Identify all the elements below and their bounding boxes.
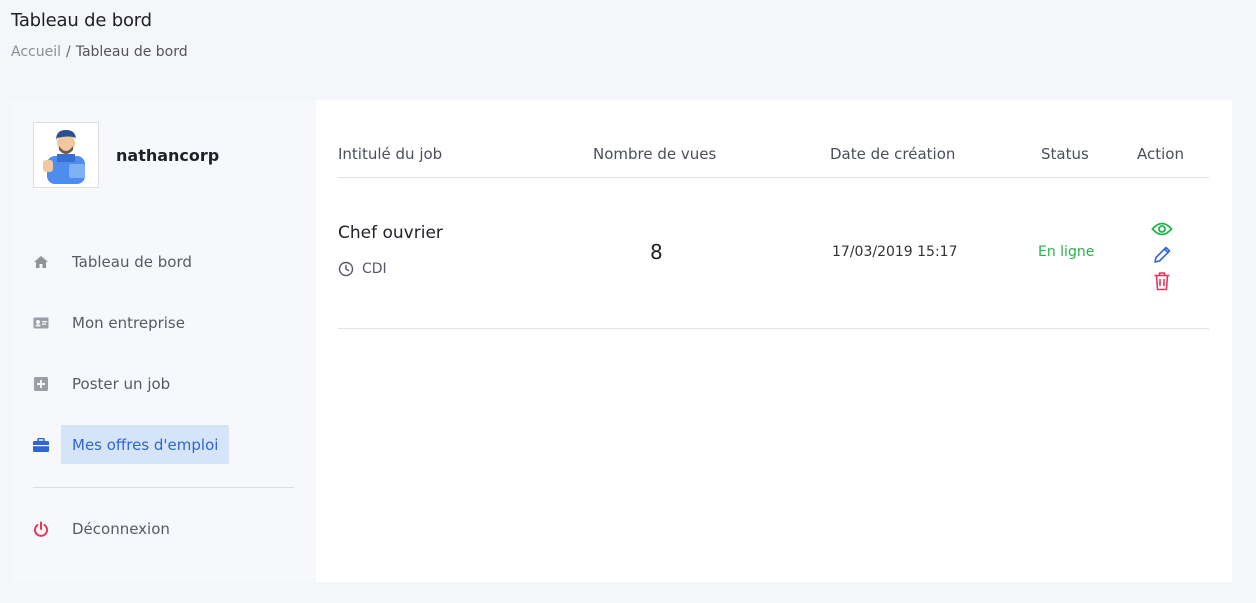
plus-square-icon	[32, 375, 50, 393]
trash-icon	[1154, 272, 1170, 291]
sidebar-item-label: Poster un job	[72, 375, 171, 393]
nav-divider	[33, 487, 294, 488]
sidebar-item-label: Tableau de bord	[72, 253, 192, 271]
sidebar-item-label: Mon entreprise	[72, 314, 185, 332]
pencil-icon	[1154, 246, 1171, 263]
sidebar-item-dashboard[interactable]: Tableau de bord	[11, 242, 316, 282]
job-title[interactable]: Chef ouvrier	[338, 223, 443, 243]
sidebar-item-logout[interactable]: Déconnexion	[11, 509, 316, 549]
table-row: Chef ouvrier CDI 8 17/03/2019 15:17 En l…	[338, 178, 1209, 329]
job-contract: CDI	[338, 261, 387, 277]
company-profile: nathancorp	[33, 122, 219, 188]
home-icon	[32, 253, 50, 271]
breadcrumb: Accueil / Tableau de bord	[11, 44, 188, 60]
sidebar-item-label: Mes offres d'emploi	[72, 436, 219, 454]
row-actions	[1150, 216, 1174, 294]
view-button[interactable]	[1150, 216, 1174, 242]
briefcase-icon	[32, 436, 50, 454]
col-header-created: Date de création	[830, 145, 956, 163]
col-header-status: Status	[1041, 145, 1089, 163]
edit-button[interactable]	[1150, 242, 1174, 268]
status-badge: En ligne	[1038, 244, 1095, 260]
breadcrumb-separator: /	[66, 44, 71, 60]
company-name: nathancorp	[116, 145, 220, 165]
col-header-views: Nombre de vues	[593, 145, 717, 163]
job-views: 8	[650, 240, 663, 264]
avatar	[33, 122, 99, 188]
sidebar: nathancorp Tableau de bord Mon entrepris…	[11, 100, 316, 582]
jobs-table: Intitulé du job Nombre de vues Date de c…	[316, 100, 1232, 582]
job-contract-label: CDI	[362, 261, 387, 277]
clock-icon	[338, 261, 354, 277]
page-title: Tableau de bord	[11, 10, 152, 31]
id-card-icon	[32, 314, 50, 332]
job-created-date: 17/03/2019 15:17	[832, 244, 958, 260]
sidebar-item-my-jobs[interactable]: Mes offres d'emploi	[11, 425, 316, 465]
page-header: Tableau de bord	[11, 10, 152, 31]
breadcrumb-home-link[interactable]: Accueil	[11, 44, 61, 60]
table-header: Intitulé du job Nombre de vues Date de c…	[338, 100, 1209, 178]
col-header-action: Action	[1137, 145, 1184, 163]
sidebar-item-company[interactable]: Mon entreprise	[11, 303, 316, 343]
eye-icon	[1151, 222, 1173, 236]
breadcrumb-current: Tableau de bord	[75, 44, 188, 60]
col-header-job-title: Intitulé du job	[338, 145, 443, 163]
sidebar-item-label: Déconnexion	[72, 520, 170, 538]
sidebar-item-post-job[interactable]: Poster un job	[11, 364, 316, 404]
delete-button[interactable]	[1150, 268, 1174, 294]
power-icon	[32, 520, 50, 538]
